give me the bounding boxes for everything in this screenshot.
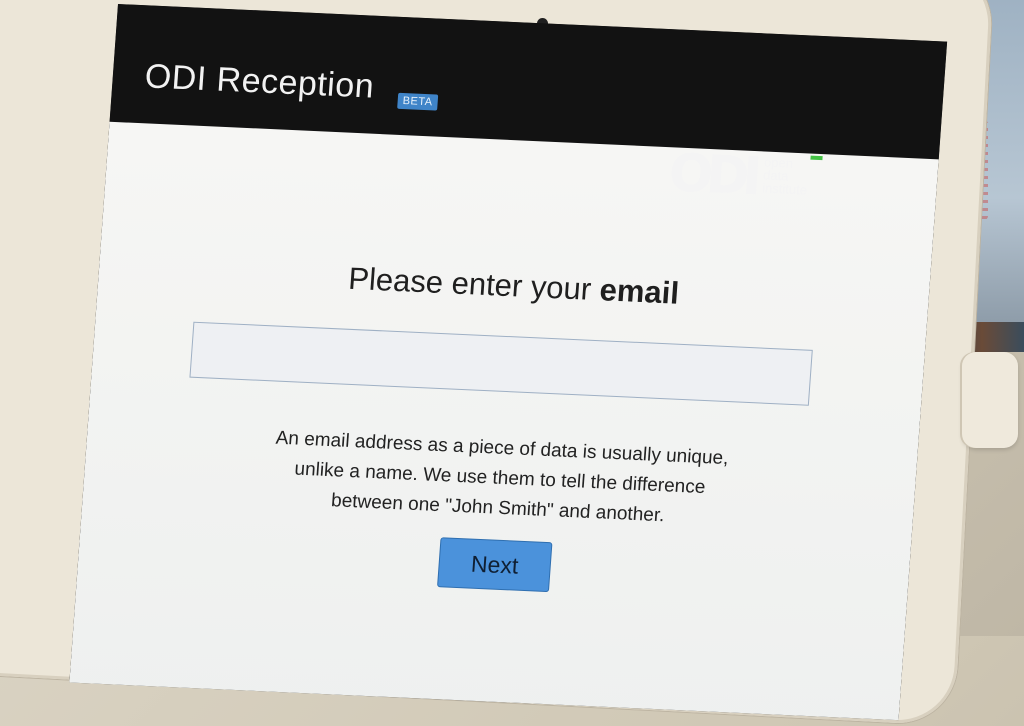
odi-logo-line: institute [761, 180, 808, 198]
email-field[interactable] [189, 321, 813, 406]
tablet-screen: ODI Reception BETA Please enter your ema… [69, 4, 948, 721]
prompt-text: Please enter your [347, 260, 602, 308]
explanation-text: An email address as a piece of data is u… [82, 415, 918, 542]
status-indicator [810, 155, 823, 161]
app-title: ODI Reception [143, 57, 376, 106]
odi-logo-mark: ODI [666, 143, 757, 207]
odi-logo: ODI open data institute [666, 143, 821, 220]
beta-badge: BETA [397, 92, 439, 111]
stand-clip [962, 352, 1018, 448]
prompt-emphasis: email [598, 272, 681, 311]
page-title: Please enter your email [98, 249, 930, 323]
next-button[interactable]: Next [437, 537, 553, 593]
odi-logo-text: open data institute [761, 154, 810, 198]
